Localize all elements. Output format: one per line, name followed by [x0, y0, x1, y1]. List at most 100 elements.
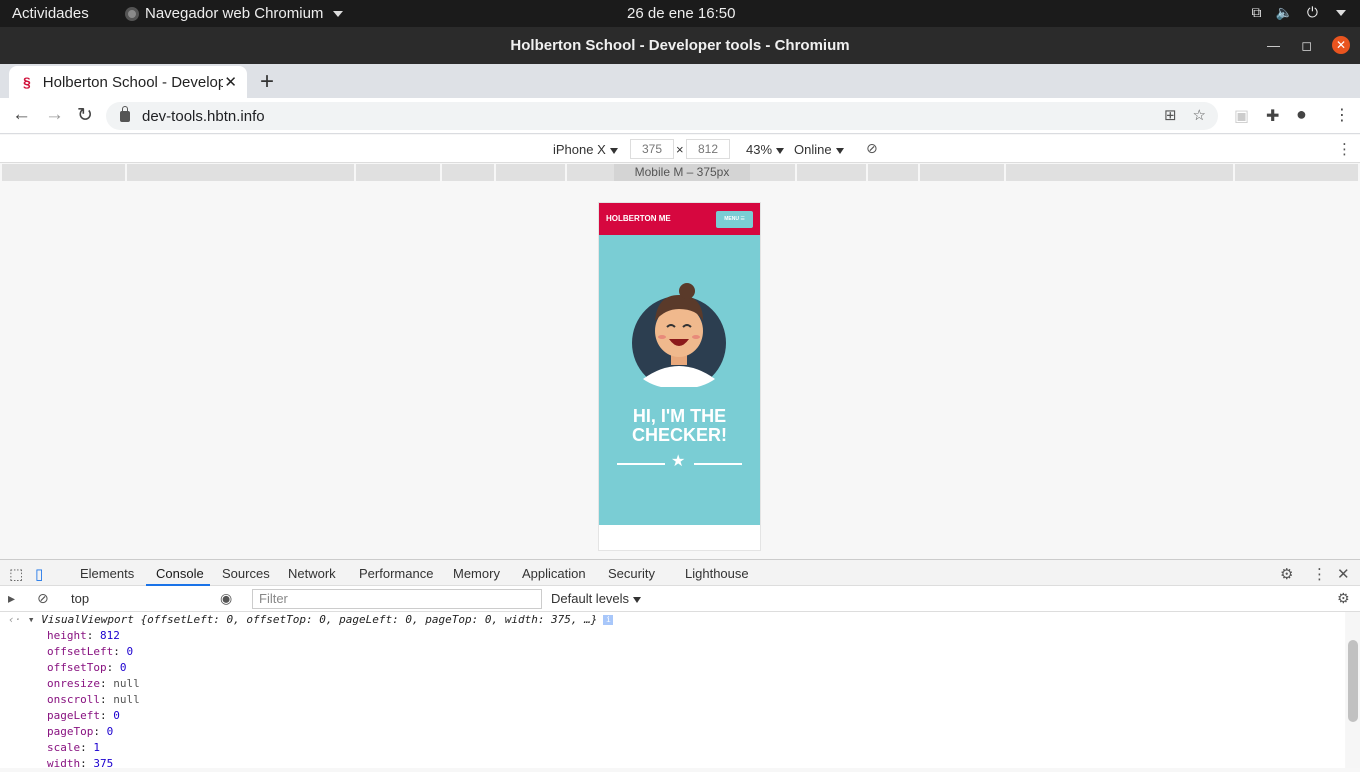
- device-label: iPhone X: [553, 142, 606, 157]
- extension-icon[interactable]: ▣: [1234, 106, 1249, 126]
- width-input[interactable]: 375: [630, 139, 674, 159]
- zoom-select[interactable]: 43%: [746, 142, 785, 157]
- tab-lighthouse[interactable]: Lighthouse: [685, 566, 749, 581]
- tab-title: Holberton School - Developer tools: [42, 73, 223, 91]
- property-key: onscroll: [47, 693, 100, 706]
- media-query-segment[interactable]: [868, 164, 918, 181]
- menu-button[interactable]: MENU ☰: [716, 211, 753, 228]
- lock-icon[interactable]: [120, 105, 130, 122]
- property-separator: :: [99, 709, 114, 722]
- media-query-segment[interactable]: [797, 164, 866, 181]
- property-key: offsetLeft: [47, 645, 114, 658]
- property-value: 0: [106, 725, 114, 738]
- close-tab-icon[interactable]: ✕: [224, 73, 237, 91]
- window-title: Holberton School - Developer tools - Chr…: [510, 37, 850, 54]
- console-filter-input[interactable]: Filter: [252, 589, 542, 609]
- log-levels-select[interactable]: Default levels: [551, 591, 642, 606]
- maximize-icon[interactable]: ◻: [1301, 27, 1312, 64]
- console-property-row: pageLeft: 0: [47, 708, 120, 724]
- media-query-bar: Mobile M – 375px: [2, 164, 1358, 181]
- tab-security[interactable]: Security: [608, 566, 655, 581]
- scrollbar-thumb[interactable]: [1348, 640, 1358, 722]
- log-levels-label: Default levels: [551, 591, 630, 606]
- console-toolbar: ▸ ⊘ top ◉ Filter Default levels ⚙: [0, 586, 1360, 612]
- tab-console[interactable]: Console: [156, 566, 204, 581]
- property-value: 0: [126, 645, 134, 658]
- app-menu[interactable]: Navegador web Chromium: [125, 5, 344, 22]
- browser-menu-icon[interactable]: ⋮: [1334, 105, 1350, 125]
- console-property-row: scale: 1: [47, 740, 100, 756]
- window-titlebar: Holberton School - Developer tools - Chr…: [0, 27, 1360, 64]
- system-tray[interactable]: ⧉ 🔈 ⏻: [1251, 4, 1346, 21]
- media-query-segment[interactable]: [1006, 164, 1234, 181]
- tab-application[interactable]: Application: [522, 566, 586, 581]
- property-separator: :: [93, 725, 107, 738]
- console-entry-header[interactable]: ‹· ▾ VisualViewport {offsetLeft: 0, offs…: [8, 612, 614, 628]
- chevron-down-icon: [1336, 10, 1346, 16]
- chevron-down-icon: [333, 10, 344, 17]
- reload-icon[interactable]: ↻: [77, 104, 93, 127]
- media-query-segment[interactable]: [495, 164, 565, 181]
- avatar-illustration: [632, 283, 726, 387]
- inspect-element-icon[interactable]: ⬚: [9, 565, 23, 583]
- settings-gear-icon[interactable]: ⚙: [1280, 565, 1293, 583]
- divider-left: [617, 463, 665, 465]
- media-query-segment[interactable]: [442, 164, 494, 181]
- property-separator: :: [99, 677, 114, 690]
- media-query-segment[interactable]: [919, 164, 1005, 181]
- context-select[interactable]: top: [64, 589, 242, 609]
- tab-elements[interactable]: Elements: [80, 566, 134, 581]
- browser-tab[interactable]: § Holberton School - Developer tools ✕: [9, 66, 247, 98]
- profile-avatar-icon[interactable]: ●: [1296, 104, 1307, 125]
- clear-console-icon[interactable]: ⊘: [37, 590, 49, 607]
- property-value: 812: [100, 629, 120, 642]
- property-key: onresize: [47, 677, 100, 690]
- property-separator: :: [99, 693, 114, 706]
- device-toolbar-menu-icon[interactable]: ⋮: [1337, 140, 1352, 158]
- tab-sources[interactable]: Sources: [222, 566, 270, 581]
- site-brand[interactable]: HOLBERTON ME: [606, 214, 671, 223]
- address-bar[interactable]: dev-tools.hbtn.info ⊞ ☆: [106, 102, 1218, 130]
- extensions-puzzle-icon[interactable]: ✚: [1266, 106, 1279, 126]
- media-query-segment[interactable]: [126, 164, 354, 181]
- tab-network[interactable]: Network: [288, 566, 336, 581]
- close-devtools-icon[interactable]: ✕: [1337, 565, 1350, 583]
- headline-line-1: HI, I'M THE: [632, 406, 727, 426]
- property-key: offsetTop: [47, 661, 107, 674]
- volume-icon: 🔈: [1275, 4, 1293, 20]
- rotate-icon[interactable]: ⊘: [866, 140, 878, 157]
- forward-icon[interactable]: →: [45, 104, 64, 126]
- console-settings-icon[interactable]: ⚙: [1337, 590, 1350, 607]
- network-throttle-select[interactable]: Online: [794, 142, 844, 157]
- device-viewport[interactable]: HOLBERTON ME MENU ☰ HI, I'M THE CHECKER!…: [598, 202, 761, 551]
- activities-button[interactable]: Actividades: [12, 5, 89, 22]
- minimize-icon[interactable]: —: [1267, 27, 1280, 64]
- info-icon[interactable]: i: [603, 615, 614, 625]
- device-select[interactable]: iPhone X: [553, 142, 618, 157]
- close-window-button[interactable]: ✕: [1332, 36, 1350, 54]
- translate-icon[interactable]: ⊞: [1164, 106, 1177, 124]
- network-label: Online: [794, 142, 832, 157]
- devtools-menu-icon[interactable]: ⋮: [1312, 565, 1327, 583]
- console-scrollbar[interactable]: [1346, 612, 1360, 768]
- bookmark-star-icon[interactable]: ☆: [1193, 106, 1206, 124]
- tab-performance[interactable]: Performance: [359, 566, 433, 581]
- media-query-segment[interactable]: [355, 164, 441, 181]
- height-input[interactable]: 812: [686, 139, 730, 159]
- tab-memory[interactable]: Memory: [453, 566, 500, 581]
- sidebar-toggle-icon[interactable]: ▸: [8, 590, 15, 607]
- media-query-segment[interactable]: [2, 164, 125, 181]
- new-tab-button[interactable]: +: [260, 68, 274, 96]
- clock[interactable]: 26 de ene 16:50: [627, 5, 735, 22]
- media-query-label[interactable]: Mobile M – 375px: [614, 164, 750, 181]
- console-property-row: offsetLeft: 0: [47, 644, 133, 660]
- back-icon[interactable]: ←: [12, 104, 31, 126]
- device-toggle-icon[interactable]: ▯: [35, 565, 43, 583]
- expand-triangle-icon[interactable]: ▾: [28, 613, 35, 626]
- site-header: HOLBERTON ME MENU ☰: [599, 203, 760, 235]
- media-query-segment[interactable]: [1235, 164, 1358, 181]
- hero-headline: HI, I'M THE CHECKER!: [599, 407, 760, 445]
- live-expression-eye-icon[interactable]: ◉: [220, 590, 232, 607]
- property-value: null: [113, 693, 140, 706]
- zoom-label: 43%: [746, 142, 773, 157]
